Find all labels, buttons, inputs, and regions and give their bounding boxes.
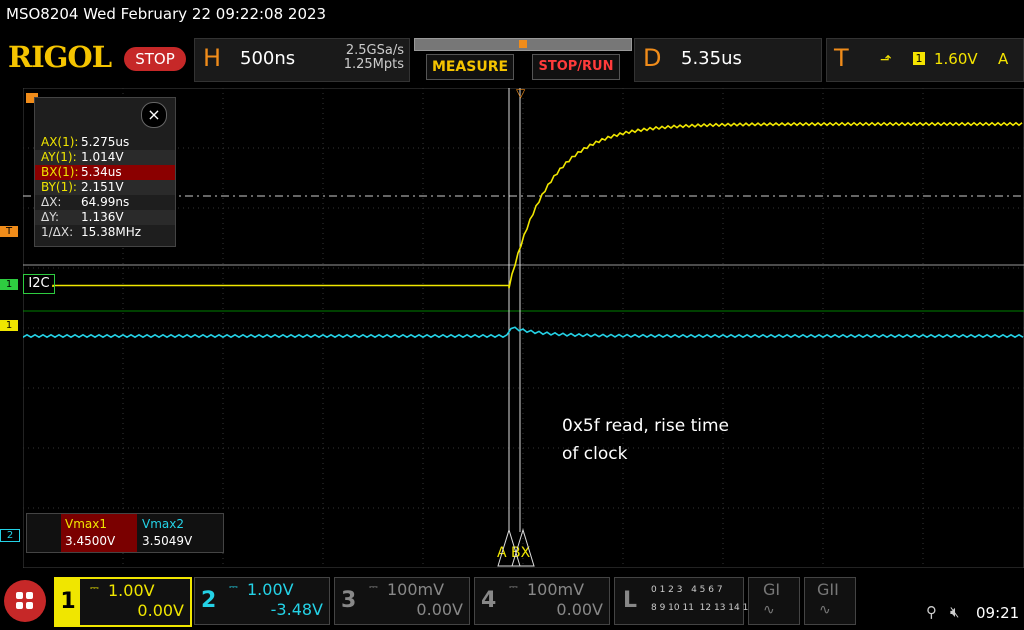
ch1-number: 1 [56,579,80,625]
measurement-label: AY(1): [41,150,77,164]
ch4-offset: 0.00V [556,600,603,619]
sample-rate: 2.5GSa/s [345,43,404,58]
measurement-row: ΔX: 64.99ns [35,195,175,210]
gen2-wave-icon: ∿ [819,602,831,618]
gen1-wave-icon: ∿ [763,602,775,618]
trigger-edge-icon: ⬏ [880,52,892,68]
ch3-coupling-icon: ⎓ [369,580,378,593]
menu-button[interactable] [4,580,46,622]
trigger-channel-badge: 1 [913,52,925,65]
ch2-scale: 1.00V [247,580,294,599]
delay-letter: D [643,44,662,72]
measurement-row: AY(1): 1.014V [35,150,175,165]
trigger-letter: T [834,44,849,72]
cursor-measurement-panel: × AX(1): 5.275us AY(1): 1.014V BX(1): 5.34us B… [34,97,176,247]
vmax2-label: Vmax2 [142,517,184,531]
trigger-panel[interactable] [826,38,1024,82]
ch4-number: 4 [481,588,497,613]
timebase-value: 500ns [240,48,296,69]
logic-letter: L [623,588,638,613]
ch4-scale: 100mV [527,580,585,599]
vmax1-value: 3.4500V [65,534,116,548]
ch1-box[interactable]: 1 ⎓ 1.00V 0.00V [54,577,192,627]
measurement-value: 15.38MHz [81,225,142,239]
measurement-row: BX(1): 5.34us [35,165,175,180]
annotation-note: 0x5f read, rise time of clock [562,412,729,468]
measurement-row: 1/ΔX: 15.38MHz [35,225,175,240]
ch1-scale: 1.00V [108,581,155,600]
trigger-position-marker: ▽ [516,86,526,100]
ch2-coupling-icon: ⎓ [229,580,238,593]
rigol-logo: RIGOL [8,40,112,74]
measurement-row: AX(1): 5.275us [35,135,175,150]
ch2-number: 2 [201,588,217,613]
stop-run-button[interactable]: STOP/RUN [532,54,620,80]
speaker-muted-icon[interactable]: 🔇︎ [950,603,959,621]
measurement-label: ΔX: [41,195,62,209]
ch3-scale: 100mV [387,580,445,599]
memory-depth: 1.25Mpts [343,57,404,72]
measurement-value: 2.151V [81,180,124,194]
ch3-box[interactable]: 3 ⎓ 100mV 0.00V [334,577,470,625]
measurement-label: ΔY: [41,210,59,224]
measurement-label: AX(1): [41,135,79,149]
cursor-pointer-icon [497,528,535,567]
clock: 09:21 [976,604,1020,622]
ch1-coupling-icon: ⎓ [90,581,99,594]
measurement-label: 1/ΔX: [41,225,74,239]
measurement-value: 5.275us [81,135,130,149]
gen2-box[interactable]: GII ∿ [804,577,856,625]
measurement-label: BY(1): [41,180,77,194]
run-state-badge[interactable]: STOP [124,47,186,71]
measurement-value: 1.014V [81,150,124,164]
measurement-value: 5.34us [81,165,122,179]
annotation-line2: of clock [562,444,628,464]
measurement-row: ΔY: 1.136V [35,210,175,225]
logic-row1: 0 1 2 3 4 5 6 7 [651,585,723,595]
vmax-measurement-box: Vmax1 3.4500V Vmax2 3.5049V [26,513,224,553]
trigger-level-marker[interactable]: T [0,226,18,237]
measurement-value: 1.136V [81,210,124,224]
i2c-channel-marker[interactable]: 1 [0,279,18,290]
ch1-offset: 0.00V [137,601,184,620]
usb-icon: ⚲ [926,603,937,621]
ch2-box[interactable]: 2 ⎓ 1.00V -3.48V [194,577,330,625]
trigger-mode: A [998,50,1009,68]
measure-button[interactable]: MEASURE [426,54,514,80]
logic-row2: 8 9 10 11 12 13 14 15 [651,603,755,613]
ch2-marker[interactable]: 2 [0,529,20,542]
measurement-label: BX(1): [41,165,79,179]
i2c-label: I2C [23,274,55,294]
ch1-marker[interactable]: 1 [0,320,18,331]
horizontal-letter: H [203,44,222,72]
measurement-row: BY(1): 2.151V [35,180,175,195]
logic-box[interactable]: L 0 1 2 3 4 5 6 7 8 9 10 11 12 13 14 15 [614,577,754,625]
ch4-coupling-icon: ⎓ [509,580,518,593]
gen1-box[interactable]: GI ∿ [748,577,800,625]
gen1-label: GI [763,580,781,599]
status-title: MSO8204 Wed February 22 09:22:08 2023 [6,5,327,23]
overview-marker [519,40,527,48]
ch3-offset: 0.00V [416,600,463,619]
vmax1-label: Vmax1 [65,517,107,531]
annotation-line1: 0x5f read, rise time [562,416,730,436]
gen2-label: GII [817,580,839,599]
ch3-number: 3 [341,588,357,613]
close-icon[interactable]: × [141,102,167,128]
ch2-offset: -3.48V [270,600,323,619]
ch4-box[interactable]: 4 ⎓ 100mV 0.00V [474,577,610,625]
measurement-value: 64.99ns [81,195,130,209]
trigger-level: 1.60V [934,50,978,68]
delay-value: 5.35us [681,48,742,69]
vmax2-value: 3.5049V [142,534,193,548]
memory-overview-bar[interactable] [414,38,632,51]
